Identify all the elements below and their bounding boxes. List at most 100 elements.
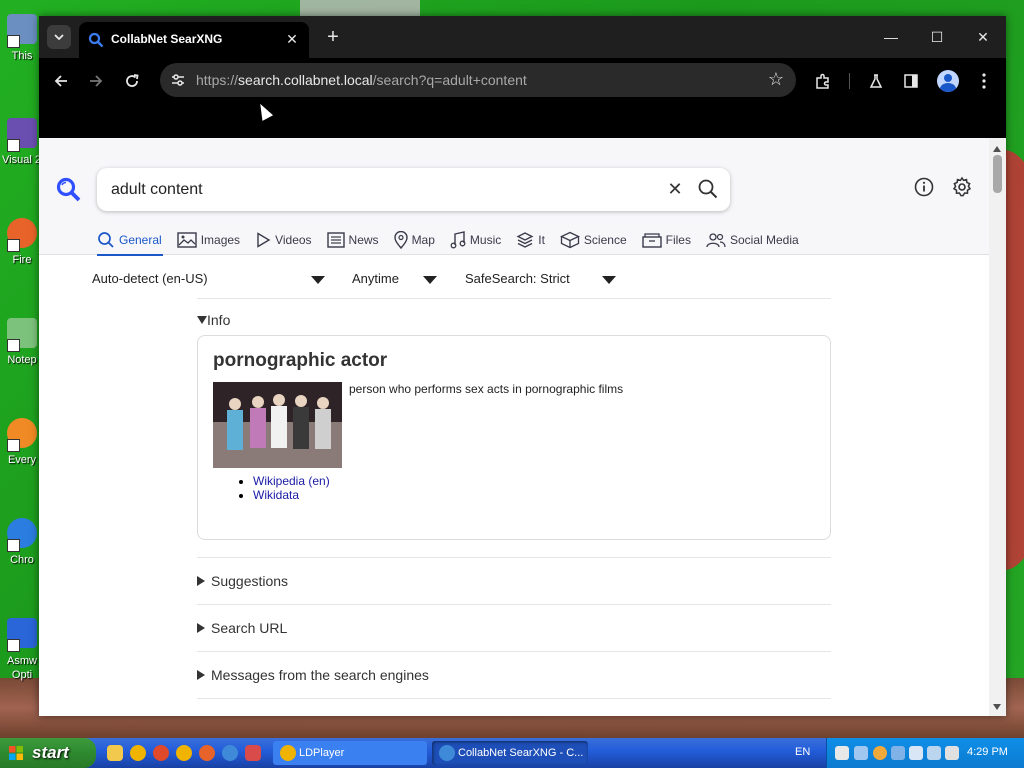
new-tab-button[interactable]: +	[321, 25, 345, 49]
infobox-image[interactable]	[213, 382, 342, 468]
reload-button[interactable]	[118, 67, 146, 95]
browser-menu-button[interactable]	[970, 67, 998, 95]
browser-toolbar: https://search.collabnet.local/search?q=…	[39, 58, 1006, 138]
tab-social-media[interactable]: Social Media	[706, 230, 800, 256]
close-window-button[interactable]: ✕	[960, 22, 1006, 52]
url-text: https://search.collabnet.local/search?q=…	[196, 72, 527, 88]
extensions-button[interactable]	[809, 67, 837, 95]
scroll-up-arrow-icon[interactable]	[993, 146, 1001, 152]
tab-images[interactable]: Images	[177, 230, 241, 256]
dropdown-arrow-icon	[602, 276, 616, 284]
tab-videos[interactable]: Videos	[255, 230, 312, 256]
time-range-select[interactable]: Anytime	[352, 271, 437, 286]
arrow-left-icon	[54, 75, 67, 87]
tab-label: It	[538, 233, 545, 247]
browser-quicklaunch-icon[interactable]	[222, 745, 238, 761]
search-url-toggle[interactable]: Search URL	[197, 605, 831, 651]
forward-button[interactable]	[82, 67, 110, 95]
chrome-icon	[439, 745, 455, 761]
results-column: Info pornographic actor person who perfo…	[197, 298, 831, 699]
profile-avatar[interactable]	[937, 70, 959, 92]
tab-label: Images	[200, 233, 241, 247]
info-toggle[interactable]: Info	[197, 305, 831, 335]
desktop-icon-asmwsoft[interactable]: Asmw Opti	[2, 618, 42, 682]
wikidata-link[interactable]: Wikidata	[253, 488, 299, 502]
searxng-logo-icon[interactable]	[55, 176, 81, 202]
bookmark-star-icon[interactable]: ☆	[768, 69, 784, 90]
system-tray: 4:29 PM	[826, 738, 1024, 768]
tray-app-icon[interactable]	[873, 746, 887, 760]
maximize-button[interactable]: ☐	[914, 22, 960, 52]
tab-label: Social Media	[729, 233, 799, 247]
app-quicklaunch-icon[interactable]	[153, 745, 169, 761]
ldplayer-icon	[280, 745, 296, 761]
tab-close-icon[interactable]: ✕	[283, 30, 301, 48]
tab-music[interactable]: Music	[450, 230, 502, 256]
clear-search-icon[interactable]: ✕	[665, 178, 685, 200]
category-tabs: General Images Videos News Map Music It …	[97, 230, 814, 256]
tab-general[interactable]: General	[97, 230, 163, 256]
language-indicator[interactable]: EN	[795, 746, 810, 758]
desktop-icon-notepad[interactable]: Notep	[2, 318, 42, 366]
start-button[interactable]: start	[0, 738, 96, 768]
shield-icon[interactable]	[835, 746, 849, 760]
search-input[interactable]	[111, 178, 651, 202]
ldplayer-quicklaunch-icon[interactable]	[176, 745, 192, 761]
app-quicklaunch-icon[interactable]	[245, 745, 261, 761]
page-scrollbar[interactable]	[989, 138, 1006, 716]
site-settings-icon	[172, 74, 184, 86]
url-path: /search?q=adult+content	[372, 72, 527, 88]
tab-news[interactable]: News	[326, 230, 380, 256]
labs-button[interactable]	[862, 67, 890, 95]
desktop-icon-everything[interactable]: Every	[2, 418, 42, 466]
tab-science[interactable]: Science	[559, 230, 628, 256]
taskbar-item-ldplayer[interactable]: LDPlayer	[273, 741, 427, 765]
infobox-description: person who performs sex acts in pornogra…	[349, 382, 624, 396]
language-select-value: Auto-detect (en-US)	[92, 271, 208, 286]
network-icon[interactable]	[891, 746, 905, 760]
engine-messages-toggle[interactable]: Messages from the search engines	[197, 652, 831, 698]
info-icon[interactable]	[913, 176, 935, 198]
folder-icon[interactable]	[107, 745, 123, 761]
desktop-icon-firefox[interactable]: Fire	[2, 218, 42, 266]
browser-tab[interactable]: CollabNet SearXNG ✕	[79, 22, 309, 58]
usb-icon[interactable]	[927, 746, 941, 760]
safesearch-select[interactable]: SafeSearch: Strict	[465, 271, 616, 286]
side-panel-button[interactable]	[897, 67, 925, 95]
back-button[interactable]	[47, 67, 75, 95]
search-submit-icon[interactable]	[697, 178, 719, 200]
clock[interactable]: 4:29 PM	[967, 746, 1008, 758]
cloud-icon[interactable]	[854, 746, 868, 760]
settings-gear-icon[interactable]	[951, 176, 973, 198]
minimize-button[interactable]: —	[868, 22, 914, 52]
visual-studio-icon	[7, 118, 37, 152]
scroll-down-arrow-icon[interactable]	[993, 704, 1001, 710]
language-select[interactable]: Auto-detect (en-US)	[92, 271, 325, 286]
tab-search-button[interactable]	[47, 25, 71, 49]
display-icon[interactable]	[909, 746, 923, 760]
scrollbar-thumb[interactable]	[993, 155, 1002, 193]
search-box: ✕	[97, 168, 730, 211]
volume-muted-icon[interactable]	[945, 746, 959, 760]
taskbar-item-searxng[interactable]: CollabNet SearXNG - C...	[432, 741, 588, 765]
start-label: start	[32, 743, 69, 762]
firefox-icon	[7, 218, 37, 252]
address-bar[interactable]: https://search.collabnet.local/search?q=…	[160, 63, 796, 97]
desktop-icon-label: Fire	[12, 254, 32, 266]
desktop-icon-chrome[interactable]: Chro	[2, 518, 42, 566]
tab-map[interactable]: Map	[393, 230, 436, 256]
desktop-icon-this-pc[interactable]: This	[2, 14, 42, 62]
infobox-title: pornographic actor	[213, 350, 388, 371]
desktop-icon-label: Asmw Opti	[7, 655, 37, 681]
tab-title: CollabNet SearXNG	[111, 32, 223, 46]
ldplayer-quicklaunch-icon[interactable]	[130, 745, 146, 761]
tab-label: Files	[665, 233, 691, 247]
safesearch-value: SafeSearch: Strict	[465, 271, 570, 286]
tab-it[interactable]: It	[516, 230, 546, 256]
tab-files[interactable]: Files	[641, 230, 692, 256]
wikipedia-link[interactable]: Wikipedia (en)	[253, 474, 330, 488]
section-label: Messages from the search engines	[211, 667, 429, 683]
desktop-icon-visual-studio[interactable]: Visual 20	[2, 118, 42, 166]
firefox-quicklaunch-icon[interactable]	[199, 745, 215, 761]
suggestions-toggle[interactable]: Suggestions	[197, 558, 831, 604]
